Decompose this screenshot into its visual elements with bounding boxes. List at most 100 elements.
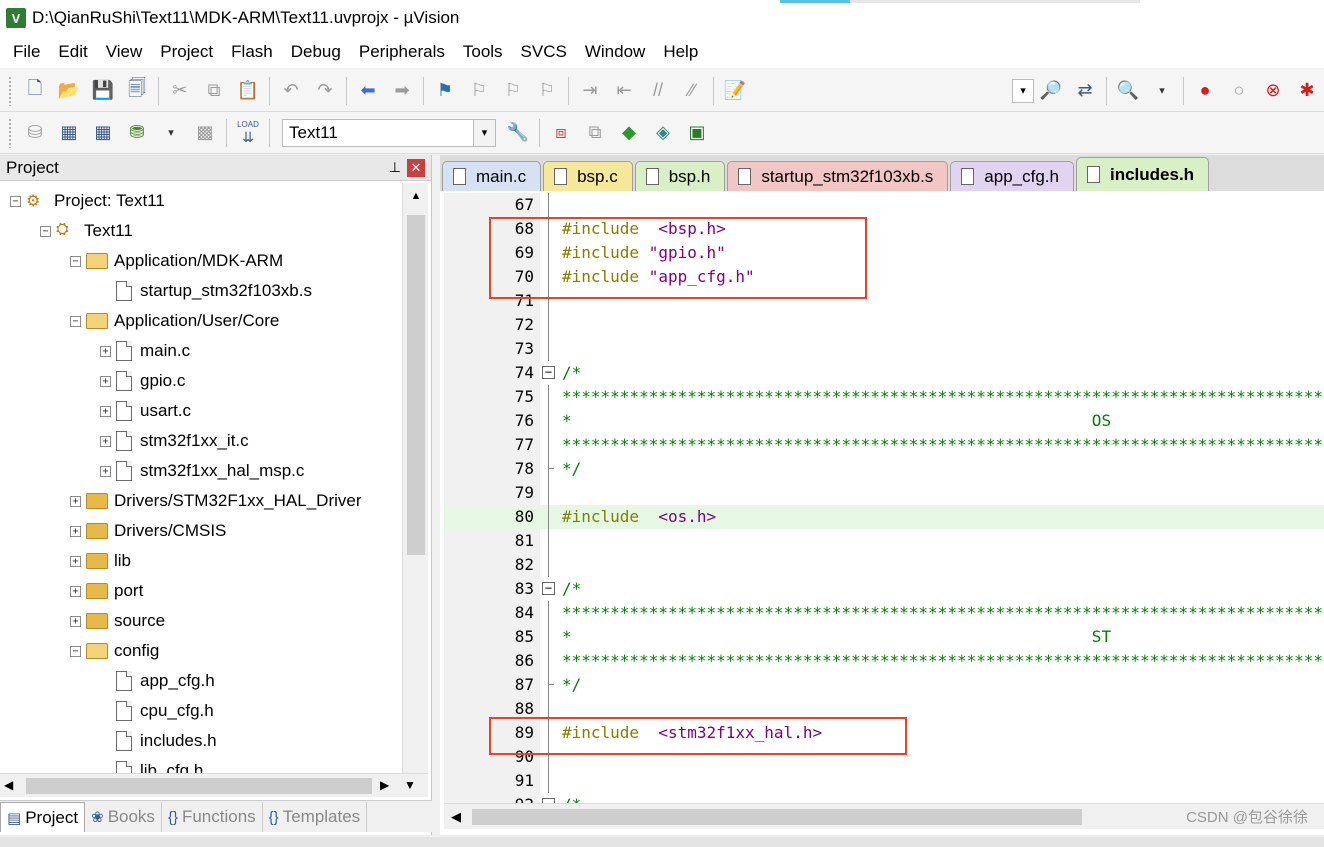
editor-tab-bsp-c[interactable]: bsp.c xyxy=(543,161,633,191)
toolbar-grip[interactable] xyxy=(8,75,12,106)
disable-all-breakpoints-icon[interactable]: ✱ xyxy=(1293,77,1321,105)
menu-edit[interactable]: Edit xyxy=(49,42,96,62)
find-dropdown[interactable]: ▾ xyxy=(1012,78,1034,103)
uncomment-icon[interactable]: ∕∕ xyxy=(678,77,706,105)
indent-icon[interactable]: ⇥ xyxy=(576,77,604,105)
code-line[interactable]: 84 **************************************… xyxy=(444,601,1324,625)
scroll-left-icon[interactable]: ◀ xyxy=(4,778,13,792)
fold-collapse-icon[interactable]: − xyxy=(542,366,555,379)
bookmark-icon[interactable]: ⚑ xyxy=(431,77,459,105)
tab-project[interactable]: ▤ Project xyxy=(0,802,86,832)
open-file-icon[interactable]: 📂 xyxy=(55,77,83,105)
tree-scroll-thumb[interactable] xyxy=(407,215,425,555)
redo-icon[interactable]: ↷ xyxy=(311,77,339,105)
collapse-icon[interactable]: − xyxy=(40,225,51,237)
tree-item[interactable]: − config xyxy=(70,636,159,666)
expand-icon[interactable]: + xyxy=(70,615,81,627)
tab-books[interactable]: ❀ Books xyxy=(85,802,162,832)
editor-tab-app_cfg-h[interactable]: app_cfg.h xyxy=(950,161,1074,191)
tree-item[interactable]: + source xyxy=(70,606,165,636)
clear-bookmarks-icon[interactable]: ⚐ xyxy=(533,77,561,105)
editor-tab-bsp-h[interactable]: bsp.h xyxy=(634,161,726,191)
cut-icon[interactable]: ✂ xyxy=(166,77,194,105)
editor-hscroll-thumb[interactable] xyxy=(472,809,1082,825)
tree-horizontal-scrollbar[interactable]: ◀ ▶ ▼ xyxy=(0,773,428,797)
tree-item[interactable]: + port xyxy=(70,576,143,606)
expand-icon[interactable]: + xyxy=(100,405,111,417)
toolbar-grip[interactable] xyxy=(8,117,12,148)
collapse-icon[interactable]: − xyxy=(70,645,81,657)
code-line[interactable]: 91 xyxy=(444,769,1324,793)
save-icon[interactable]: 💾 xyxy=(89,77,117,105)
code-line[interactable]: 86 **************************************… xyxy=(444,649,1324,673)
menu-debug[interactable]: Debug xyxy=(282,42,350,62)
collapse-icon[interactable]: − xyxy=(70,255,81,267)
find-icon[interactable]: 🔎 xyxy=(1037,77,1065,105)
tree-item[interactable]: cpu_cfg.h xyxy=(100,696,214,726)
pack-installer-icon[interactable]: ▣ xyxy=(683,119,711,147)
code-area[interactable]: 67 68 #include <bsp.h> 69 #include "gpio.h" 7… xyxy=(444,193,1324,803)
code-line[interactable]: 72 xyxy=(444,313,1324,337)
menu-svcs[interactable]: SVCS xyxy=(512,42,576,62)
tree-item[interactable]: + gpio.c xyxy=(100,366,185,396)
tree-item[interactable]: + Drivers/STM32F1xx_HAL_Driver xyxy=(70,486,362,516)
tab-functions[interactable]: {} Functions xyxy=(162,802,263,832)
tree-item[interactable]: − Application/MDK-ARM xyxy=(70,246,283,276)
code-line[interactable]: 79 xyxy=(444,481,1324,505)
incremental-find-icon[interactable]: ⇄ xyxy=(1071,77,1099,105)
paste-icon[interactable]: 📋 xyxy=(234,77,262,105)
expand-icon[interactable]: + xyxy=(100,375,111,387)
code-line[interactable]: 81 xyxy=(444,529,1324,553)
stop-build-icon[interactable]: ▩ xyxy=(191,119,219,147)
manage-project-items-icon[interactable]: ⧈ xyxy=(547,119,575,147)
unindent-icon[interactable]: ⇤ xyxy=(610,77,638,105)
editor-tab-startup_stm32f103xb-s[interactable]: startup_stm32f103xb.s xyxy=(727,161,949,191)
tree-item[interactable]: + stm32f1xx_hal_msp.c xyxy=(100,456,304,486)
code-line[interactable]: 74−/* xyxy=(444,361,1324,385)
tree-hscroll-thumb[interactable] xyxy=(26,778,372,794)
code-line[interactable]: 82 xyxy=(444,553,1324,577)
code-line[interactable]: 78 */ xyxy=(444,457,1324,481)
select-packs-icon[interactable]: ◈ xyxy=(649,119,677,147)
tree-item[interactable]: includes.h xyxy=(100,726,217,756)
code-line[interactable]: 85 * ST xyxy=(444,625,1324,649)
copy-icon[interactable]: ⧉ xyxy=(200,77,228,105)
scroll-up-icon[interactable]: ▲ xyxy=(403,183,429,209)
fold-collapse-icon[interactable]: − xyxy=(542,582,555,595)
breakpoint-icon[interactable]: ● xyxy=(1191,77,1219,105)
expand-icon[interactable]: + xyxy=(70,495,81,507)
code-line[interactable]: 75 **************************************… xyxy=(444,385,1324,409)
tree-item[interactable]: + main.c xyxy=(100,336,190,366)
collapse-icon[interactable]: − xyxy=(70,315,81,327)
disable-breakpoint-icon[interactable]: ○ xyxy=(1225,77,1253,105)
tree-item[interactable]: − ⛭ Text11 xyxy=(40,216,133,246)
rebuild-icon[interactable]: ▦ xyxy=(89,119,117,147)
code-line[interactable]: 67 xyxy=(444,193,1324,217)
code-line[interactable]: 80 #include <os.h> xyxy=(444,505,1324,529)
navigate-forward-icon[interactable]: ➡ xyxy=(388,77,416,105)
chevron-down-icon[interactable]: ▾ xyxy=(473,119,495,146)
expand-icon[interactable]: + xyxy=(100,465,111,477)
tree-item[interactable]: lib_cfg.h xyxy=(100,756,203,773)
tree-vertical-scrollbar[interactable]: ▲ xyxy=(402,183,428,773)
menu-project[interactable]: Project xyxy=(151,42,222,62)
menu-window[interactable]: Window xyxy=(576,42,654,62)
tree-item[interactable]: + Drivers/CMSIS xyxy=(70,516,226,546)
menu-tools[interactable]: Tools xyxy=(454,42,512,62)
prev-bookmark-icon[interactable]: ⚐ xyxy=(465,77,493,105)
code-line[interactable]: 87 */ xyxy=(444,673,1324,697)
tree-item[interactable]: + stm32f1xx_it.c xyxy=(100,426,249,456)
editor-tab-includes-h[interactable]: includes.h xyxy=(1075,157,1210,191)
batch-build-dropdown-icon[interactable]: ▾ xyxy=(157,119,185,147)
navigate-back-icon[interactable]: ⬅ xyxy=(354,77,382,105)
code-line[interactable]: 92−/* xyxy=(444,793,1324,803)
scroll-left-icon[interactable]: ◀ xyxy=(444,804,468,830)
tree-item[interactable]: − ⚙ Project: Text11 xyxy=(10,186,165,216)
translate-icon[interactable]: ⛁ xyxy=(21,119,49,147)
menu-view[interactable]: View xyxy=(97,42,152,62)
scroll-down-icon[interactable]: ▼ xyxy=(404,778,416,792)
tree-item[interactable]: + usart.c xyxy=(100,396,191,426)
tab-templates[interactable]: {} Templates xyxy=(263,802,368,832)
manage-multi-project-icon[interactable]: ⧉ xyxy=(581,119,609,147)
target-select[interactable]: Text11 ▾ xyxy=(282,118,496,147)
